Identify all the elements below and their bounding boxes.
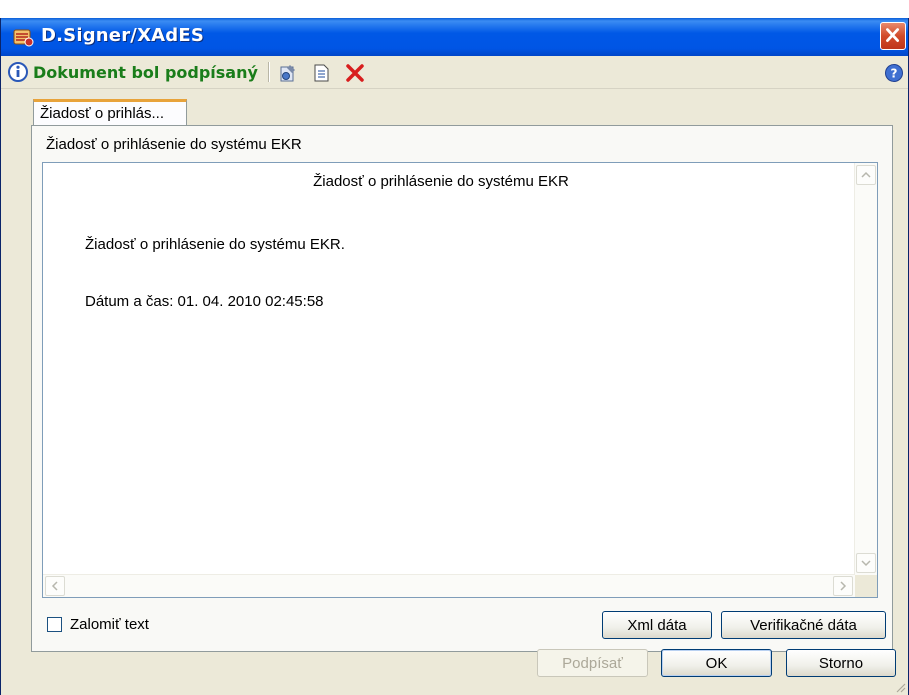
ok-button[interactable]: OK [661,649,772,677]
document-body-line: Žiadosť o prihlásenie do systému EKR. [85,236,345,253]
chevron-right-icon [840,581,847,591]
chevron-left-icon [51,581,58,591]
app-icon [13,29,34,47]
close-icon [886,28,899,42]
wrap-text-label: Zalomiť text [70,616,149,633]
horizontal-scrollbar[interactable] [43,574,855,597]
document-date-line: Dátum a čas: 01. 04. 2010 02:45:58 [85,293,324,310]
scroll-up-button[interactable] [856,165,876,185]
chevron-down-icon [861,560,871,567]
help-icon[interactable]: ? [884,63,904,83]
document-viewer[interactable]: Žiadosť o prihlásenie do systému EKR Žia… [42,162,878,598]
signer-window: D.Signer/XAdES Dokument bol podpísaný ? … [0,18,909,695]
title-bar[interactable]: D.Signer/XAdES [1,18,908,56]
resize-grip-icon[interactable] [894,681,906,693]
document-heading: Žiadosť o prihlásenie do systému EKR [313,173,569,190]
toolbar: Dokument bol podpísaný ? [1,56,908,89]
status-text: Dokument bol podpísaný [33,62,258,82]
vertical-scrollbar[interactable] [854,163,877,575]
document-icon[interactable] [310,62,332,84]
wrap-text-checkbox[interactable] [47,617,62,632]
info-icon [8,62,28,82]
scroll-down-button[interactable] [856,553,876,573]
document-title: Žiadosť o prihlásenie do systému EKR [46,136,302,153]
settings-icon[interactable] [277,62,299,84]
scroll-right-button[interactable] [833,576,853,596]
svg-text:?: ? [891,67,898,81]
window-title: D.Signer/XAdES [41,25,205,46]
tab-panel: Žiadosť o prihlásenie do systému EKR Žia… [31,125,893,652]
close-button[interactable] [880,22,906,50]
verification-data-button[interactable]: Verifikačné dáta [721,611,886,639]
tab-document[interactable]: Žiadosť o prihlás... [33,99,187,126]
delete-icon[interactable] [344,62,366,84]
scroll-left-button[interactable] [45,576,65,596]
chevron-up-icon [861,171,871,178]
cancel-button[interactable]: Storno [786,649,896,677]
background-strip [0,0,909,18]
sign-button[interactable]: Podpísať [537,649,648,677]
toolbar-separator [268,62,270,82]
xml-data-button[interactable]: Xml dáta [602,611,712,639]
status-indicator: Dokument bol podpísaný [7,61,258,83]
scrollbar-corner [855,575,877,597]
